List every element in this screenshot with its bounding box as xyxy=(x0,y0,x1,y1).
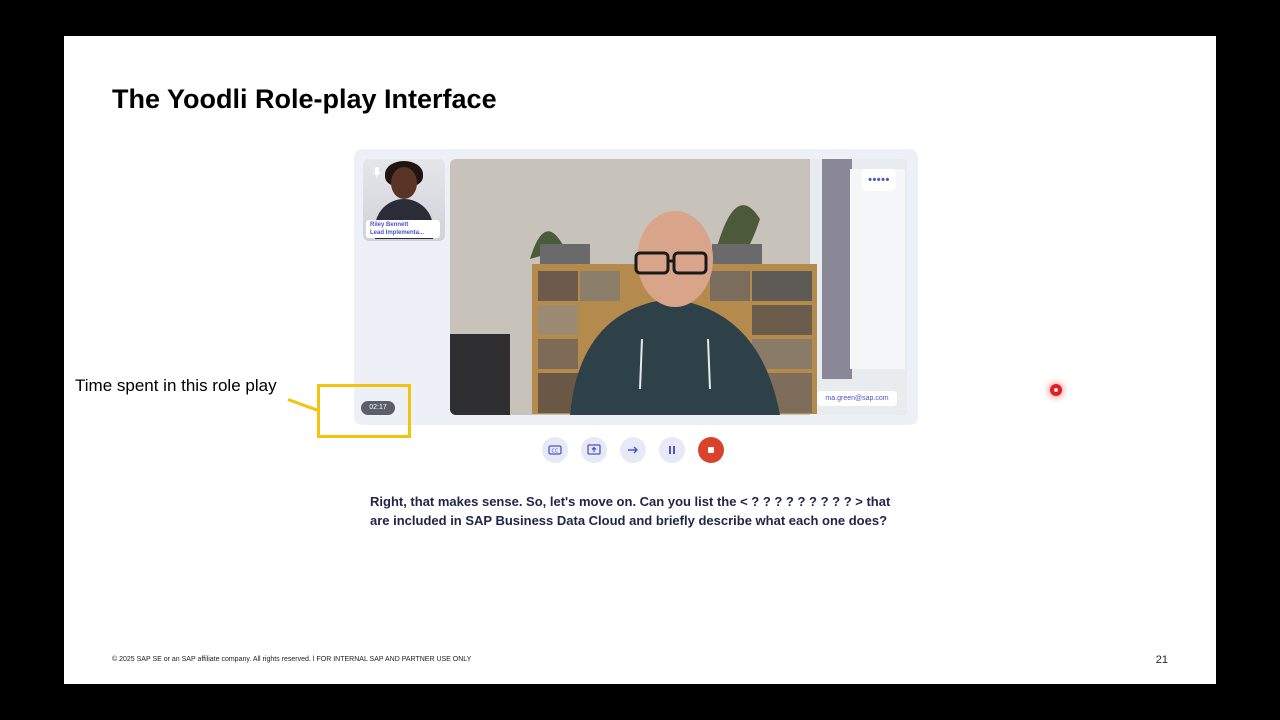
share-screen-icon xyxy=(587,444,601,455)
call-controls: CC xyxy=(542,437,724,463)
callout-connector xyxy=(287,398,319,412)
page-number: 21 xyxy=(1155,654,1168,666)
timer-highlight-box xyxy=(317,384,411,438)
stop-button[interactable] xyxy=(698,437,724,463)
callout-label: Time spent in this role play xyxy=(75,376,277,395)
user-video-feed: ••••• ma.green@sap.com xyxy=(450,159,907,415)
pause-icon xyxy=(669,446,675,454)
more-options-icon: ••••• xyxy=(868,174,890,186)
participant-label: Riley Bennett Lead Implementa... xyxy=(366,220,440,238)
slide-title: The Yoodli Role-play Interface xyxy=(112,84,497,114)
ai-prompt-text: Right, that makes sense. So, let's move … xyxy=(370,494,891,528)
pause-button[interactable] xyxy=(659,437,685,463)
next-button[interactable] xyxy=(620,437,646,463)
laser-pointer xyxy=(1050,384,1062,396)
participant-tile[interactable]: Riley Bennett Lead Implementa... xyxy=(363,159,445,241)
participant-avatar xyxy=(391,167,417,199)
slide: The Yoodli Role-play Interface Riley Ben… xyxy=(64,36,1216,684)
participant-name: Riley Bennett xyxy=(370,222,409,228)
slide-footer: © 2025 SAP SE or an SAP affiliate compan… xyxy=(112,656,472,663)
share-screen-button[interactable] xyxy=(581,437,607,463)
captions-button[interactable]: CC xyxy=(542,437,568,463)
stop-icon xyxy=(708,447,714,453)
user-email-chip: ma.green@sap.com xyxy=(817,391,897,406)
captions-icon: CC xyxy=(548,445,562,455)
arrow-right-icon xyxy=(628,446,638,454)
participant-role: Lead Implementa... xyxy=(370,230,425,236)
svg-text:CC: CC xyxy=(552,448,559,454)
video-options-menu[interactable]: ••••• xyxy=(862,169,896,191)
video-frame-image xyxy=(450,159,907,415)
microphone-icon xyxy=(373,167,381,178)
